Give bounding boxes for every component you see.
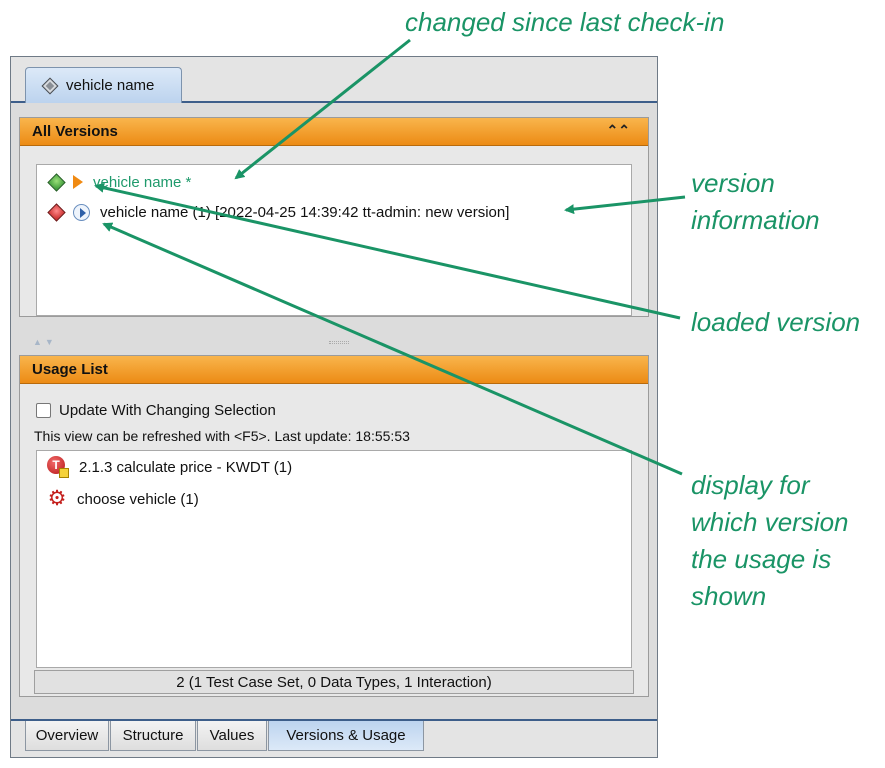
tab-vehicle-name[interactable]: vehicle name	[25, 67, 182, 103]
annotation-changed: changed since last check-in	[405, 7, 725, 37]
tab-values[interactable]: Values	[197, 721, 267, 751]
version-label: vehicle name *	[93, 173, 192, 191]
usage-list-header[interactable]: Usage List	[20, 356, 648, 384]
tab-structure[interactable]: Structure	[110, 721, 196, 751]
usage-row-label: 2.1.3 calculate price - KWDT (1)	[79, 458, 293, 476]
element-diamond-icon	[41, 77, 59, 94]
versions-usage-window: vehicle name All Versions ⌃⌃ vehicle nam…	[10, 56, 658, 758]
annotation-version-information: version information	[691, 168, 820, 235]
annotation-loaded-version: loaded version	[691, 307, 861, 337]
usage-list: T 2.1.3 calculate price - KWDT (1) ⚙ cho…	[36, 450, 632, 668]
usage-summary: 2 (1 Test Case Set, 0 Data Types, 1 Inte…	[34, 670, 634, 694]
tab-label: vehicle name	[66, 77, 155, 94]
red-diamond-icon	[47, 202, 66, 222]
panel-splitter[interactable]: ▲▼	[19, 337, 649, 349]
top-tab-strip: vehicle name	[11, 57, 657, 103]
splitter-grip[interactable]	[329, 341, 349, 344]
usage-row-label: choose vehicle (1)	[77, 490, 199, 508]
all-versions-panel: All Versions ⌃⌃ vehicle name * vehicle n…	[19, 117, 649, 317]
usage-row[interactable]: ⚙ choose vehicle (1)	[47, 487, 199, 511]
version-label: vehicle name (1) [2022-04-25 14:39:42 tt…	[100, 203, 510, 221]
refresh-info-text: This view can be refreshed with <F5>. La…	[34, 428, 410, 444]
test-case-set-icon: T	[47, 456, 69, 478]
annotation-display-usage-version: display for which version the usage is s…	[691, 470, 849, 611]
version-row-current[interactable]: vehicle name *	[47, 171, 191, 193]
checkbox-label: Update With Changing Selection	[59, 402, 276, 419]
splitter-arrows-icon[interactable]: ▲▼	[33, 337, 57, 347]
versions-list: vehicle name * vehicle name (1) [2022-04…	[36, 164, 632, 316]
usage-row[interactable]: T 2.1.3 calculate price - KWDT (1)	[47, 455, 292, 479]
green-diamond-icon	[47, 172, 66, 192]
gear-icon: ⚙	[47, 487, 67, 510]
all-versions-header[interactable]: All Versions ⌃⌃	[20, 118, 648, 146]
usage-list-title: Usage List	[32, 361, 108, 378]
collapse-icon[interactable]: ⌃⌃	[607, 122, 630, 139]
usage-list-panel: Usage List Update With Changing Selectio…	[19, 355, 649, 697]
tab-overview[interactable]: Overview	[25, 721, 109, 751]
bottom-tab-strip: Overview Structure Values Versions & Usa…	[11, 719, 657, 757]
tab-versions-usage[interactable]: Versions & Usage	[268, 721, 424, 751]
update-with-selection-checkbox[interactable]	[36, 403, 51, 418]
usage-version-marker-icon	[73, 203, 90, 221]
update-with-selection-option[interactable]: Update With Changing Selection	[36, 402, 276, 419]
version-row-1[interactable]: vehicle name (1) [2022-04-25 14:39:42 tt…	[47, 201, 509, 223]
loaded-version-arrow-icon	[73, 175, 83, 189]
all-versions-title: All Versions	[32, 123, 118, 140]
